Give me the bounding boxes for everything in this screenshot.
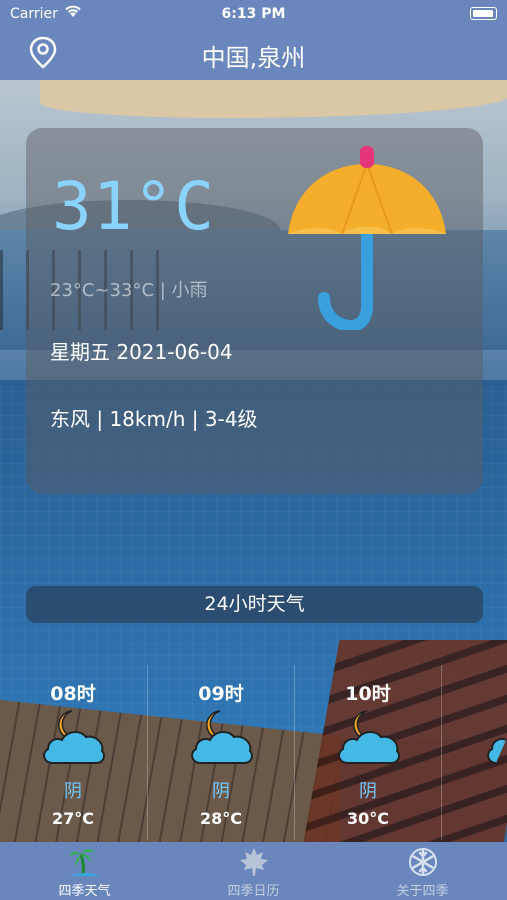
cloudy-night-icon — [42, 707, 106, 767]
cloudy-night-icon — [337, 707, 401, 767]
current-date: 星期五 2021-06-04 — [50, 340, 233, 364]
hour-time: 09时 — [198, 683, 244, 705]
hour-time: 10时 — [345, 683, 391, 705]
wind-info: 东风 | 18km/h | 3-4级 — [50, 407, 258, 431]
hourly-item-08: 08时 阴 27°C — [0, 665, 146, 840]
clock: 6:13 PM — [221, 6, 286, 22]
hour-temperature: 30°C — [346, 809, 389, 828]
tab-weather[interactable]: 四季天气 — [0, 842, 169, 900]
hour-temperature: 27°C — [51, 809, 94, 828]
nav-bar: 中国,泉州 — [0, 28, 507, 80]
battery-icon — [470, 7, 497, 20]
current-temperature: 31°C — [52, 168, 215, 245]
status-bar: Carrier 6:13 PM — [0, 0, 507, 28]
temperature-range: 23°C~33°C | 小雨 — [50, 280, 208, 301]
hourly-item-partial — [441, 665, 507, 840]
hourly-item-10: 10时 阴 30°C — [294, 665, 440, 840]
snowflake-icon — [407, 846, 439, 878]
hour-condition: 阴 — [212, 781, 230, 802]
hourly-item-09: 09时 阴 28°C — [147, 665, 293, 840]
page-title[interactable]: 中国,泉州 — [0, 38, 507, 73]
cloudy-night-icon — [190, 707, 254, 767]
palm-tree-icon — [69, 846, 101, 878]
tab-about[interactable]: 关于四季 — [338, 842, 507, 900]
hour-condition: 阴 — [64, 781, 82, 802]
tab-bar: 四季天气 四季日历 关于四季 — [0, 842, 507, 900]
umbrella-icon — [286, 146, 448, 332]
tab-label: 四季日历 — [227, 884, 280, 899]
tab-calendar[interactable]: 四季日历 — [169, 842, 338, 900]
hour-temperature: 28°C — [199, 809, 242, 828]
maple-leaf-icon — [238, 846, 270, 878]
hourly-forecast-list[interactable]: 08时 阴 27°C 09时 阴 28°C 10时 阴 30°C — [0, 665, 507, 840]
tab-label: 四季天气 — [58, 884, 111, 899]
tab-label: 关于四季 — [396, 884, 449, 899]
current-weather-card: 31°C 23°C~33°C | 小雨 星期五 2021-06-04 东风 | … — [26, 128, 483, 494]
hour-time: 08时 — [50, 683, 96, 705]
hour-condition: 阴 — [359, 781, 377, 802]
cloudy-night-icon — [486, 707, 507, 767]
forecast-24h-header: 24小时天气 — [26, 586, 483, 623]
